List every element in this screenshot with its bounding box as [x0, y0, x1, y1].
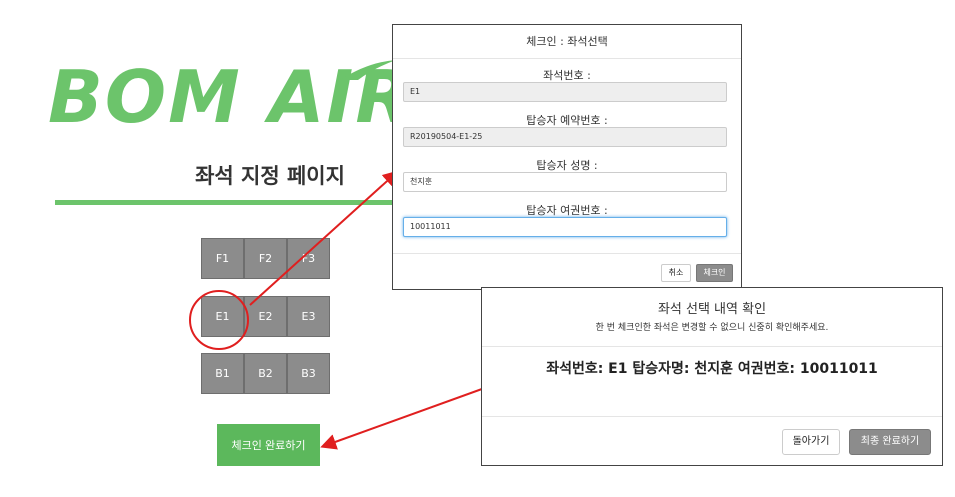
seat-row-f: F1 F2 F3: [201, 238, 330, 279]
checkin-modal-title: 체크인 : 좌석선택: [393, 25, 741, 59]
selected-seat-highlight: [189, 290, 249, 350]
passport-number-field[interactable]: 10011011: [403, 217, 727, 237]
seat-confirmation-modal: 좌석 선택 내역 확인 한 번 체크인한 좌석은 변경할 수 없으니 신중히 확…: [481, 287, 943, 466]
confirmation-modal-subtitle: 한 번 체크인한 좌석은 변경할 수 없으니 신중히 확인해주세요.: [595, 323, 829, 333]
seat-f3[interactable]: F3: [287, 238, 330, 279]
seat-b1[interactable]: B1: [201, 353, 244, 394]
seat-row-b: B1 B2 B3: [201, 353, 330, 394]
confirmation-modal-title: 좌석 선택 내역 확인: [657, 302, 767, 317]
reservation-number-label: 탑승자 예약번호 :: [526, 114, 608, 127]
checkin-seat-modal: 체크인 : 좌석선택 좌석번호 : E1 탑승자 예약번호 : R2019050…: [392, 24, 742, 290]
seat-number-label: 좌석번호 :: [543, 69, 591, 82]
checkin-confirm-button[interactable]: 체크인: [696, 264, 733, 282]
logo-swoosh-icon: [340, 60, 396, 80]
seat-number-field[interactable]: E1: [403, 82, 727, 102]
passport-number-label: 탑승자 여권번호 :: [526, 204, 608, 217]
seat-e3[interactable]: E3: [287, 296, 330, 337]
seat-b3[interactable]: B3: [287, 353, 330, 394]
seat-f1[interactable]: F1: [201, 238, 244, 279]
arrow-confirm-to-button: [320, 384, 494, 450]
confirmation-modal-footer: 돌아가기 최종 완료하기: [482, 416, 942, 467]
checkin-modal-footer: 취소 체크인: [393, 253, 741, 291]
back-button[interactable]: 돌아가기: [782, 429, 840, 455]
reservation-number-field[interactable]: R20190504-E1-25: [403, 127, 727, 147]
seat-e2[interactable]: E2: [244, 296, 287, 337]
page-title: 좌석 지정 페이지: [195, 164, 345, 188]
seat-b2[interactable]: B2: [244, 353, 287, 394]
passenger-name-field[interactable]: 천지훈: [403, 172, 727, 192]
checkin-complete-button[interactable]: 체크인 완료하기: [217, 424, 320, 466]
title-divider: [55, 200, 400, 205]
cancel-button[interactable]: 취소: [661, 264, 691, 282]
final-complete-button[interactable]: 최종 완료하기: [849, 429, 931, 455]
seat-f2[interactable]: F2: [244, 238, 287, 279]
confirmation-modal-header: 좌석 선택 내역 확인 한 번 체크인한 좌석은 변경할 수 없으니 신중히 확…: [482, 288, 942, 347]
passenger-name-label: 탑승자 성명 :: [536, 159, 598, 172]
confirmation-summary: 좌석번호: E1 탑승자명: 천지훈 여권번호: 10011011: [546, 361, 878, 377]
